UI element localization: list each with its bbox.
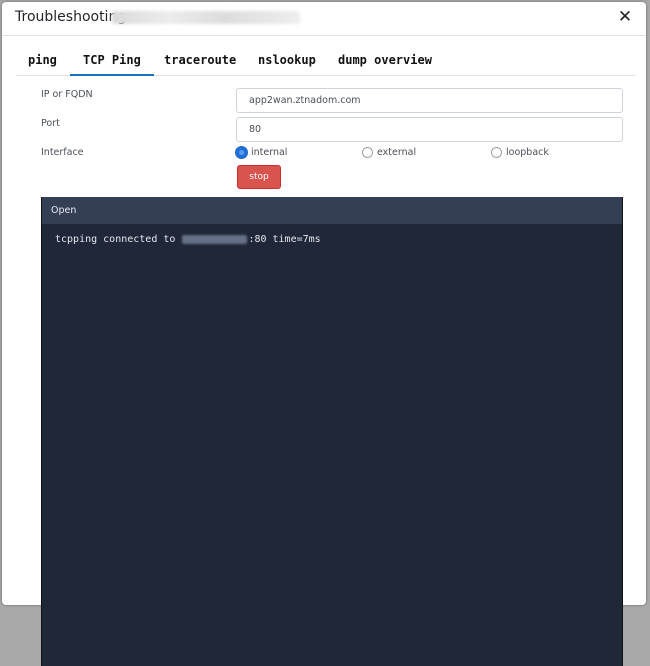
connection-status: Open <box>51 205 77 216</box>
output-terminal[interactable]: Open tcpping connected to :80 time=7ms <box>41 197 623 666</box>
radio-external-button[interactable] <box>362 147 373 158</box>
tab-traceroute[interactable]: traceroute <box>164 48 236 74</box>
radio-external[interactable]: external <box>362 147 416 158</box>
radio-loopback-label: loopback <box>506 147 549 158</box>
output-suffix: :80 time=7ms <box>248 234 321 245</box>
interface-label: Interface <box>41 147 84 158</box>
radio-loopback[interactable]: loopback <box>491 147 549 158</box>
modal-header: Troubleshooting: ✕ <box>2 2 646 36</box>
port-label: Port <box>41 118 60 129</box>
redacted-device-name <box>112 11 300 24</box>
tab-dump-overview[interactable]: dump overview <box>338 48 432 74</box>
host-input[interactable]: app2wan.ztnadom.com <box>236 88 623 113</box>
terminal-header: Open <box>42 197 622 224</box>
radio-internal-label: internal <box>251 147 288 158</box>
radio-internal-button[interactable] <box>236 147 247 158</box>
terminal-output-line: tcpping connected to :80 time=7ms <box>55 234 321 245</box>
redacted-ip-address <box>182 235 248 244</box>
radio-external-label: external <box>377 147 417 158</box>
host-label: IP or FQDN <box>41 89 93 100</box>
tab-tcp-ping[interactable]: TCP Ping <box>70 48 154 76</box>
close-icon[interactable]: ✕ <box>616 8 634 26</box>
tab-nslookup[interactable]: nslookup <box>258 48 316 74</box>
output-prefix: tcpping connected to <box>55 234 182 245</box>
radio-internal[interactable]: internal <box>236 147 287 158</box>
tab-bar: ping TCP Ping traceroute nslookup dump o… <box>16 48 636 76</box>
stop-button[interactable]: stop <box>237 165 281 189</box>
port-input[interactable]: 80 <box>236 117 623 142</box>
tab-ping[interactable]: ping <box>28 48 57 74</box>
radio-loopback-button[interactable] <box>491 147 502 158</box>
